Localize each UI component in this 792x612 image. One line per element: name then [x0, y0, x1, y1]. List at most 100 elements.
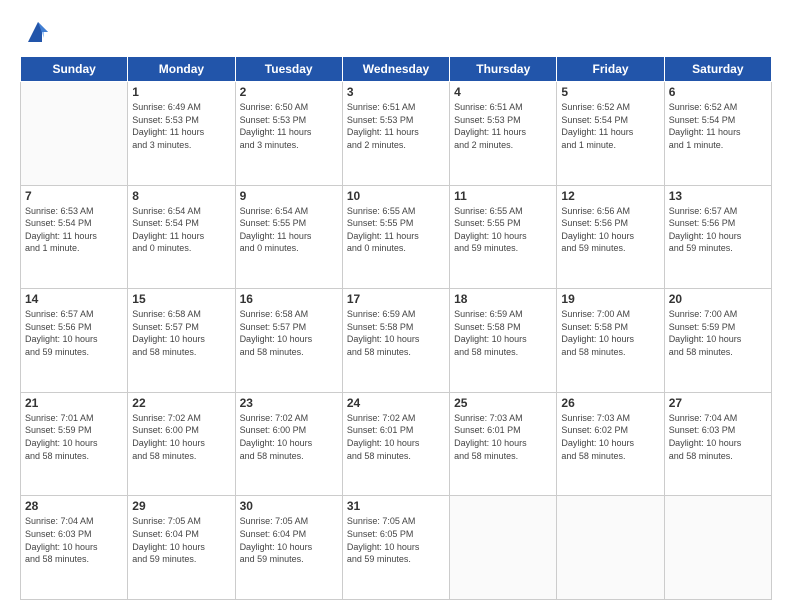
day-number: 10	[347, 189, 445, 203]
day-number: 8	[132, 189, 230, 203]
cell-info: Sunrise: 6:59 AM Sunset: 5:58 PM Dayligh…	[454, 308, 552, 358]
calendar-cell: 23Sunrise: 7:02 AM Sunset: 6:00 PM Dayli…	[235, 392, 342, 496]
day-number: 21	[25, 396, 123, 410]
calendar-table: SundayMondayTuesdayWednesdayThursdayFrid…	[20, 56, 772, 600]
calendar-cell: 1 Sunrise: 6:49 AM Sunset: 5:53 PM Daylig…	[128, 82, 235, 186]
day-number: 22	[132, 396, 230, 410]
cell-info: Sunrise: 7:02 AM Sunset: 6:01 PM Dayligh…	[347, 412, 445, 462]
day-number: 25	[454, 396, 552, 410]
cell-info: Sunrise: 6:54 AM Sunset: 5:55 PM Dayligh…	[240, 205, 338, 255]
day-number: 29	[132, 499, 230, 513]
cell-info: Sunrise: 6:59 AM Sunset: 5:58 PM Dayligh…	[347, 308, 445, 358]
calendar-cell: 11 Sunrise: 6:55 AM Sunset: 5:55 PM Dayli…	[450, 185, 557, 289]
day-number: 3	[347, 85, 445, 99]
day-number: 7	[25, 189, 123, 203]
cell-info: Sunrise: 7:02 AM Sunset: 6:00 PM Dayligh…	[240, 412, 338, 462]
cell-info: Sunrise: 6:56 AM Sunset: 5:56 PM Dayligh…	[561, 205, 659, 255]
cell-info: Sunrise: 6:57 AM Sunset: 5:56 PM Dayligh…	[25, 308, 123, 358]
day-number: 2	[240, 85, 338, 99]
weekday-sunday: Sunday	[21, 57, 128, 82]
calendar-cell: 24 Sunrise: 7:02 AM Sunset: 6:01 PM Dayli…	[342, 392, 449, 496]
cell-info: Sunrise: 6:49 AM Sunset: 5:53 PM Dayligh…	[132, 101, 230, 151]
calendar-cell: 5 Sunrise: 6:52 AM Sunset: 5:54 PM Daylig…	[557, 82, 664, 186]
calendar-cell: 4 Sunrise: 6:51 AM Sunset: 5:53 PM Daylig…	[450, 82, 557, 186]
calendar-cell: 2 Sunrise: 6:50 AM Sunset: 5:53 PM Daylig…	[235, 82, 342, 186]
weekday-wednesday: Wednesday	[342, 57, 449, 82]
calendar-cell: 29 Sunrise: 7:05 AM Sunset: 6:04 PM Dayli…	[128, 496, 235, 600]
day-number: 27	[669, 396, 767, 410]
day-number: 18	[454, 292, 552, 306]
day-number: 4	[454, 85, 552, 99]
week-row-1: 1 Sunrise: 6:49 AM Sunset: 5:53 PM Daylig…	[21, 82, 772, 186]
calendar-cell: 12 Sunrise: 6:56 AM Sunset: 5:56 PM Dayli…	[557, 185, 664, 289]
day-number: 14	[25, 292, 123, 306]
cell-info: Sunrise: 6:58 AM Sunset: 5:57 PM Dayligh…	[240, 308, 338, 358]
logo	[20, 18, 52, 46]
calendar-cell: 6 Sunrise: 6:52 AM Sunset: 5:54 PM Daylig…	[664, 82, 771, 186]
calendar-cell: 30Sunrise: 7:05 AM Sunset: 6:04 PM Dayli…	[235, 496, 342, 600]
calendar-cell: 10 Sunrise: 6:55 AM Sunset: 5:55 PM Dayli…	[342, 185, 449, 289]
calendar-cell: 31Sunrise: 7:05 AM Sunset: 6:05 PM Dayli…	[342, 496, 449, 600]
cell-info: Sunrise: 6:51 AM Sunset: 5:53 PM Dayligh…	[347, 101, 445, 151]
day-number: 13	[669, 189, 767, 203]
day-number: 26	[561, 396, 659, 410]
calendar-cell: 28Sunrise: 7:04 AM Sunset: 6:03 PM Dayli…	[21, 496, 128, 600]
week-row-5: 28Sunrise: 7:04 AM Sunset: 6:03 PM Dayli…	[21, 496, 772, 600]
cell-info: Sunrise: 6:52 AM Sunset: 5:54 PM Dayligh…	[561, 101, 659, 151]
calendar-page: SundayMondayTuesdayWednesdayThursdayFrid…	[0, 0, 792, 612]
cell-info: Sunrise: 7:01 AM Sunset: 5:59 PM Dayligh…	[25, 412, 123, 462]
calendar-cell: 18 Sunrise: 6:59 AM Sunset: 5:58 PM Dayli…	[450, 289, 557, 393]
cell-info: Sunrise: 6:55 AM Sunset: 5:55 PM Dayligh…	[347, 205, 445, 255]
day-number: 11	[454, 189, 552, 203]
weekday-monday: Monday	[128, 57, 235, 82]
cell-info: Sunrise: 6:57 AM Sunset: 5:56 PM Dayligh…	[669, 205, 767, 255]
calendar-cell: 21 Sunrise: 7:01 AM Sunset: 5:59 PM Dayli…	[21, 392, 128, 496]
calendar-cell: 7 Sunrise: 6:53 AM Sunset: 5:54 PM Daylig…	[21, 185, 128, 289]
calendar-cell	[450, 496, 557, 600]
calendar-cell: 20Sunrise: 7:00 AM Sunset: 5:59 PM Dayli…	[664, 289, 771, 393]
cell-info: Sunrise: 6:50 AM Sunset: 5:53 PM Dayligh…	[240, 101, 338, 151]
header	[20, 18, 772, 46]
cell-info: Sunrise: 6:55 AM Sunset: 5:55 PM Dayligh…	[454, 205, 552, 255]
day-number: 1	[132, 85, 230, 99]
weekday-thursday: Thursday	[450, 57, 557, 82]
cell-info: Sunrise: 6:53 AM Sunset: 5:54 PM Dayligh…	[25, 205, 123, 255]
calendar-cell: 27 Sunrise: 7:04 AM Sunset: 6:03 PM Dayli…	[664, 392, 771, 496]
week-row-3: 14 Sunrise: 6:57 AM Sunset: 5:56 PM Dayli…	[21, 289, 772, 393]
day-number: 15	[132, 292, 230, 306]
cell-info: Sunrise: 6:51 AM Sunset: 5:53 PM Dayligh…	[454, 101, 552, 151]
cell-info: Sunrise: 7:04 AM Sunset: 6:03 PM Dayligh…	[669, 412, 767, 462]
day-number: 31	[347, 499, 445, 513]
calendar-cell: 19Sunrise: 7:00 AM Sunset: 5:58 PM Dayli…	[557, 289, 664, 393]
calendar-cell: 8 Sunrise: 6:54 AM Sunset: 5:54 PM Daylig…	[128, 185, 235, 289]
week-row-4: 21 Sunrise: 7:01 AM Sunset: 5:59 PM Dayli…	[21, 392, 772, 496]
cell-info: Sunrise: 6:52 AM Sunset: 5:54 PM Dayligh…	[669, 101, 767, 151]
calendar-cell: 26 Sunrise: 7:03 AM Sunset: 6:02 PM Dayli…	[557, 392, 664, 496]
weekday-saturday: Saturday	[664, 57, 771, 82]
calendar-cell: 15 Sunrise: 6:58 AM Sunset: 5:57 PM Dayli…	[128, 289, 235, 393]
calendar-cell: 13 Sunrise: 6:57 AM Sunset: 5:56 PM Dayli…	[664, 185, 771, 289]
cell-info: Sunrise: 7:02 AM Sunset: 6:00 PM Dayligh…	[132, 412, 230, 462]
calendar-cell: 17Sunrise: 6:59 AM Sunset: 5:58 PM Dayli…	[342, 289, 449, 393]
weekday-tuesday: Tuesday	[235, 57, 342, 82]
day-number: 5	[561, 85, 659, 99]
calendar-cell	[557, 496, 664, 600]
cell-info: Sunrise: 7:05 AM Sunset: 6:04 PM Dayligh…	[132, 515, 230, 565]
day-number: 6	[669, 85, 767, 99]
cell-info: Sunrise: 6:58 AM Sunset: 5:57 PM Dayligh…	[132, 308, 230, 358]
calendar-cell	[21, 82, 128, 186]
calendar-cell: 3 Sunrise: 6:51 AM Sunset: 5:53 PM Daylig…	[342, 82, 449, 186]
calendar-cell: 25 Sunrise: 7:03 AM Sunset: 6:01 PM Dayli…	[450, 392, 557, 496]
day-number: 24	[347, 396, 445, 410]
day-number: 9	[240, 189, 338, 203]
day-number: 20	[669, 292, 767, 306]
calendar-cell: 9 Sunrise: 6:54 AM Sunset: 5:55 PM Daylig…	[235, 185, 342, 289]
cell-info: Sunrise: 7:03 AM Sunset: 6:01 PM Dayligh…	[454, 412, 552, 462]
weekday-header-row: SundayMondayTuesdayWednesdayThursdayFrid…	[21, 57, 772, 82]
day-number: 12	[561, 189, 659, 203]
cell-info: Sunrise: 7:03 AM Sunset: 6:02 PM Dayligh…	[561, 412, 659, 462]
logo-icon	[24, 18, 52, 46]
day-number: 28	[25, 499, 123, 513]
cell-info: Sunrise: 6:54 AM Sunset: 5:54 PM Dayligh…	[132, 205, 230, 255]
calendar-cell: 22 Sunrise: 7:02 AM Sunset: 6:00 PM Dayli…	[128, 392, 235, 496]
